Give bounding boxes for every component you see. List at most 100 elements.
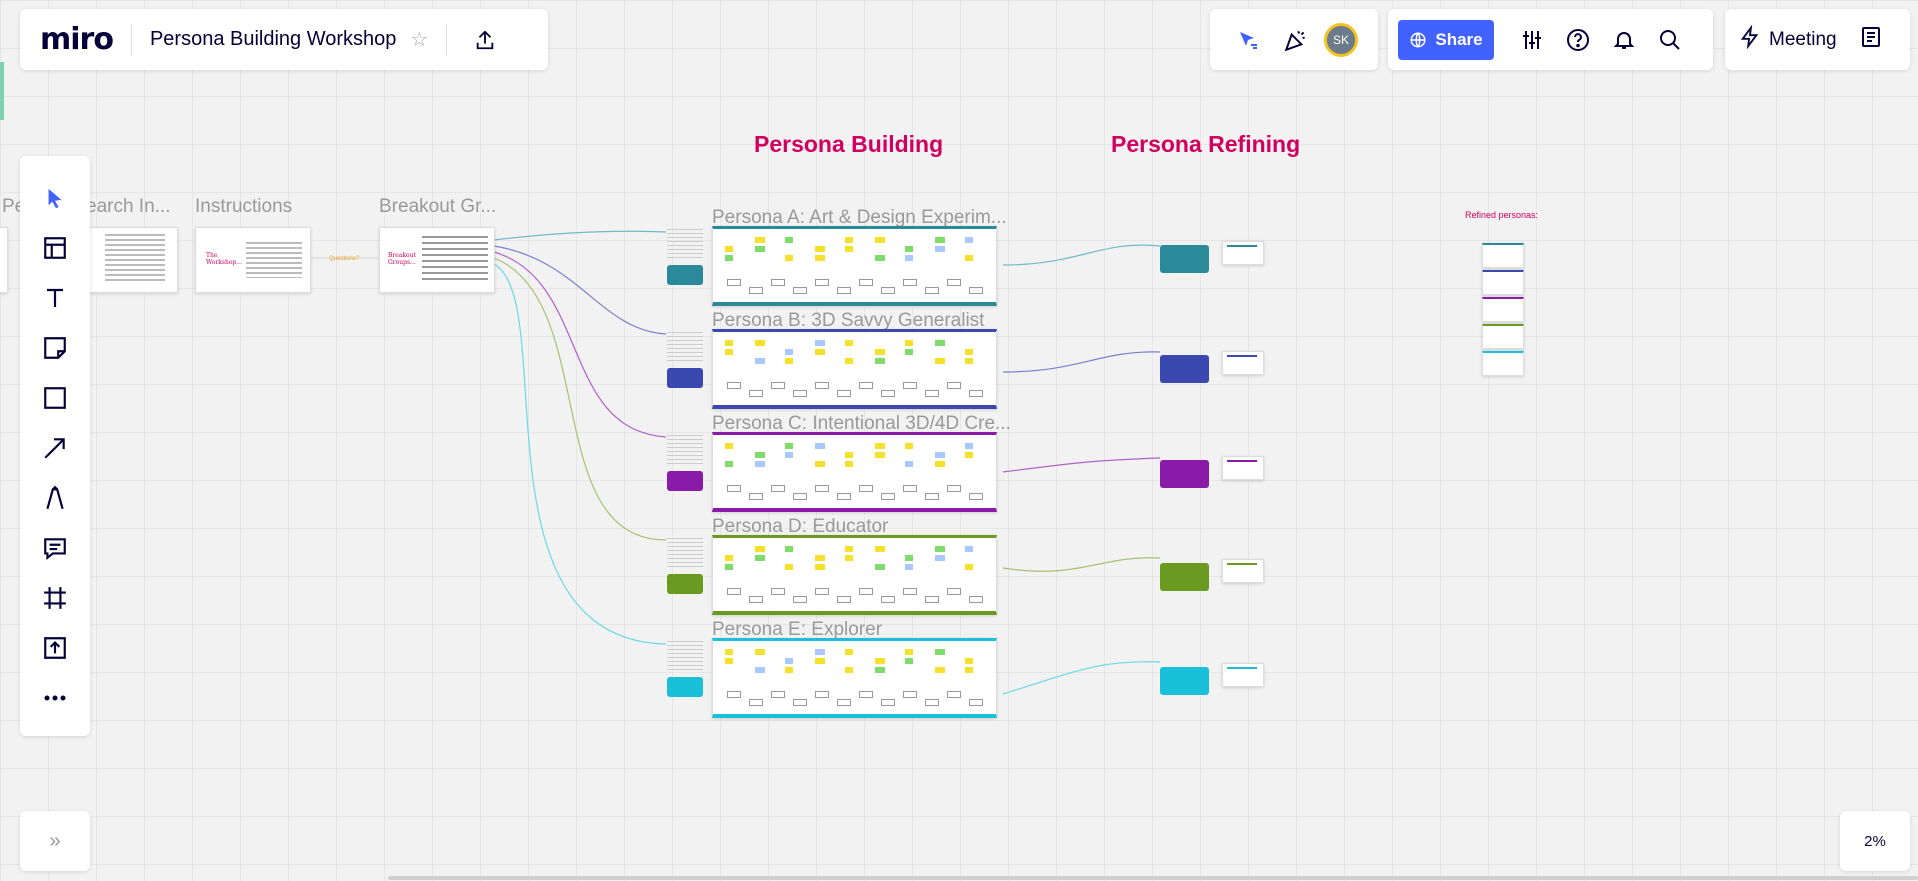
refined-summary-card[interactable]: [1160, 563, 1209, 591]
sticky-note[interactable]: [845, 546, 853, 552]
sticky-note[interactable]: [725, 443, 733, 449]
select-tool[interactable]: [33, 178, 77, 218]
sticky-note[interactable]: [725, 255, 733, 261]
sticky-note[interactable]: [935, 452, 945, 458]
sticky-note[interactable]: [725, 461, 733, 467]
mini-card[interactable]: [727, 485, 741, 492]
sticky-note[interactable]: [875, 658, 885, 664]
comment-tool[interactable]: [33, 528, 77, 568]
sticky-note[interactable]: [905, 255, 913, 261]
mini-card[interactable]: [837, 699, 851, 706]
mini-card[interactable]: [969, 287, 983, 294]
sticky-note[interactable]: [755, 452, 765, 458]
sticky-note[interactable]: [815, 461, 825, 467]
expand-panel-button[interactable]: »: [20, 811, 90, 871]
refined-persona-thumbnail[interactable]: [1482, 243, 1524, 268]
sticky-note[interactable]: [905, 649, 913, 655]
mini-card[interactable]: [947, 382, 961, 389]
mini-card[interactable]: [771, 691, 785, 698]
sticky-note[interactable]: [755, 667, 765, 673]
sticky-note[interactable]: [815, 658, 825, 664]
mini-card[interactable]: [903, 588, 917, 595]
sticky-note[interactable]: [725, 564, 733, 570]
mini-card[interactable]: [815, 382, 829, 389]
sticky-note[interactable]: [845, 340, 853, 346]
persona-summary-card[interactable]: [667, 574, 703, 594]
sticky-note[interactable]: [845, 358, 853, 364]
sticky-note[interactable]: [965, 658, 973, 664]
help-icon[interactable]: [1558, 20, 1598, 60]
sticky-note[interactable]: [725, 658, 733, 664]
persona-summary-card[interactable]: [667, 471, 703, 491]
mini-card[interactable]: [859, 382, 873, 389]
mini-card[interactable]: [749, 699, 763, 706]
sticky-note[interactable]: [725, 555, 733, 561]
miro-logo[interactable]: miro: [40, 22, 114, 57]
sticky-note[interactable]: [875, 237, 885, 243]
mini-card[interactable]: [881, 390, 895, 397]
partial-frame[interactable]: [0, 227, 8, 293]
sticky-note[interactable]: [845, 461, 853, 467]
mini-card[interactable]: [859, 279, 873, 286]
refined-persona-thumbnail[interactable]: [1482, 270, 1524, 295]
sticky-note[interactable]: [785, 546, 793, 552]
sticky-note[interactable]: [905, 349, 913, 355]
mini-card[interactable]: [837, 493, 851, 500]
sticky-note[interactable]: [815, 246, 825, 252]
mini-card[interactable]: [903, 691, 917, 698]
refined-persona-thumbnail[interactable]: [1482, 297, 1524, 322]
mini-card[interactable]: [727, 279, 741, 286]
mini-card[interactable]: [837, 596, 851, 603]
sticky-note[interactable]: [785, 358, 793, 364]
sticky-note[interactable]: [905, 461, 913, 467]
sticky-note[interactable]: [755, 246, 765, 252]
mini-card[interactable]: [859, 691, 873, 698]
sticky-note[interactable]: [725, 349, 733, 355]
sticky-note[interactable]: [965, 667, 973, 673]
mini-card[interactable]: [969, 596, 983, 603]
sticky-note[interactable]: [965, 452, 973, 458]
sticky-note[interactable]: [875, 349, 885, 355]
mini-card[interactable]: [925, 493, 939, 500]
board-title[interactable]: Persona Building Workshop: [150, 28, 396, 51]
sticky-note[interactable]: [935, 461, 945, 467]
refined-frame[interactable]: [1222, 559, 1264, 583]
mini-card[interactable]: [969, 699, 983, 706]
refined-frame[interactable]: [1222, 241, 1264, 265]
sticky-note[interactable]: [875, 255, 885, 261]
sticky-note[interactable]: [755, 461, 765, 467]
mini-card[interactable]: [815, 691, 829, 698]
mini-card[interactable]: [727, 588, 741, 595]
connector-tool[interactable]: [33, 428, 77, 468]
sticky-note[interactable]: [905, 340, 913, 346]
sticky-note[interactable]: [875, 443, 885, 449]
mini-card[interactable]: [925, 596, 939, 603]
frame-instructions[interactable]: The Workshop...: [195, 227, 311, 293]
mini-card[interactable]: [793, 493, 807, 500]
mini-card[interactable]: [947, 588, 961, 595]
refined-frame[interactable]: [1222, 663, 1264, 687]
mini-card[interactable]: [771, 382, 785, 389]
refined-frame[interactable]: [1222, 456, 1264, 480]
sticky-note[interactable]: [815, 340, 825, 346]
mini-card[interactable]: [947, 485, 961, 492]
sticky-note[interactable]: [755, 555, 765, 561]
templates-tool[interactable]: [33, 228, 77, 268]
refined-persona-thumbnail[interactable]: [1482, 324, 1524, 349]
shape-tool[interactable]: [33, 378, 77, 418]
sticky-note[interactable]: [815, 555, 825, 561]
persona-summary-card[interactable]: [667, 368, 703, 388]
notes-icon[interactable]: [1859, 24, 1883, 55]
mini-card[interactable]: [859, 485, 873, 492]
mini-card[interactable]: [947, 279, 961, 286]
mini-card[interactable]: [837, 287, 851, 294]
export-icon[interactable]: [465, 20, 505, 60]
mini-card[interactable]: [947, 691, 961, 698]
mini-card[interactable]: [793, 287, 807, 294]
sticky-note[interactable]: [785, 658, 793, 664]
sticky-note[interactable]: [725, 246, 733, 252]
sticky-note[interactable]: [875, 667, 885, 673]
celebrate-icon[interactable]: [1276, 20, 1316, 60]
sticky-note[interactable]: [755, 546, 765, 552]
sticky-note[interactable]: [875, 452, 885, 458]
